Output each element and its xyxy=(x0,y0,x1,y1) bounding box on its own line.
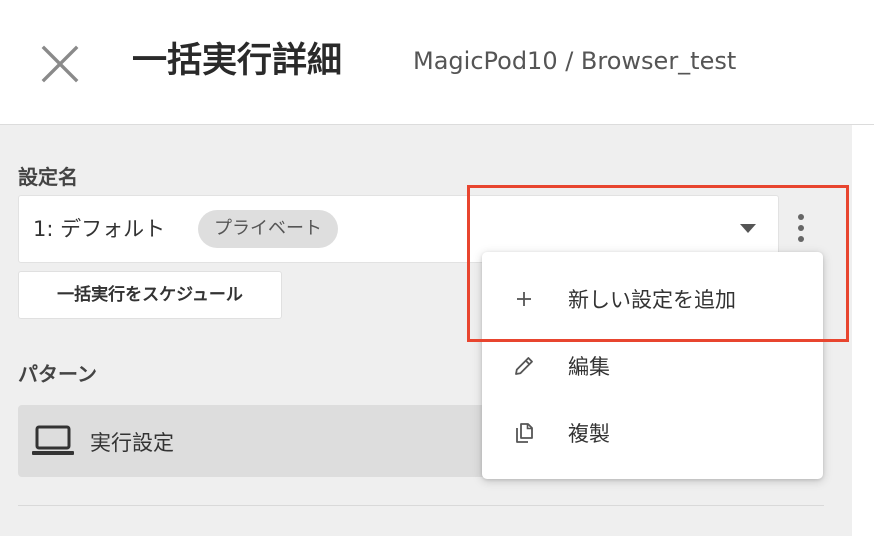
more-options-button[interactable] xyxy=(786,208,818,248)
menu-item-add-setting[interactable]: 新しい設定を追加 xyxy=(482,268,823,330)
kebab-dot-icon xyxy=(798,236,804,242)
header: 一括実行詳細 MagicPod10 / Browser_test xyxy=(0,0,874,125)
menu-item-label: 新しい設定を追加 xyxy=(568,288,736,312)
menu-item-label: 複製 xyxy=(568,422,610,446)
chevron-down-icon xyxy=(740,224,756,233)
menu-item-label: 編集 xyxy=(568,355,610,379)
copy-icon xyxy=(516,423,533,443)
menu-item-edit[interactable]: 編集 xyxy=(482,335,823,397)
private-badge: プライベート xyxy=(198,210,338,248)
close-button[interactable] xyxy=(38,42,82,86)
settings-label: 設定名 xyxy=(18,165,78,189)
menu-item-duplicate[interactable]: 複製 xyxy=(482,402,823,464)
project-path: MagicPod10 / Browser_test xyxy=(413,47,737,75)
pattern-item[interactable]: 実行設定 xyxy=(18,405,518,477)
pattern-label: パターン xyxy=(18,362,97,386)
kebab-dot-icon xyxy=(798,214,804,220)
page-title: 一括実行詳細 xyxy=(132,41,343,81)
laptop-icon xyxy=(32,425,74,455)
scrollbar-track[interactable] xyxy=(852,125,874,536)
schedule-batch-run-button[interactable]: 一括実行をスケジュール xyxy=(18,271,282,319)
settings-select-value: 1: デフォルト xyxy=(33,217,166,241)
close-icon xyxy=(41,45,79,83)
divider xyxy=(18,505,824,506)
pencil-icon xyxy=(515,357,533,375)
options-menu: 新しい設定を追加 編集 複製 xyxy=(482,252,823,479)
pattern-item-label: 実行設定 xyxy=(90,431,174,455)
kebab-dot-icon xyxy=(798,225,804,231)
plus-icon xyxy=(517,292,531,306)
